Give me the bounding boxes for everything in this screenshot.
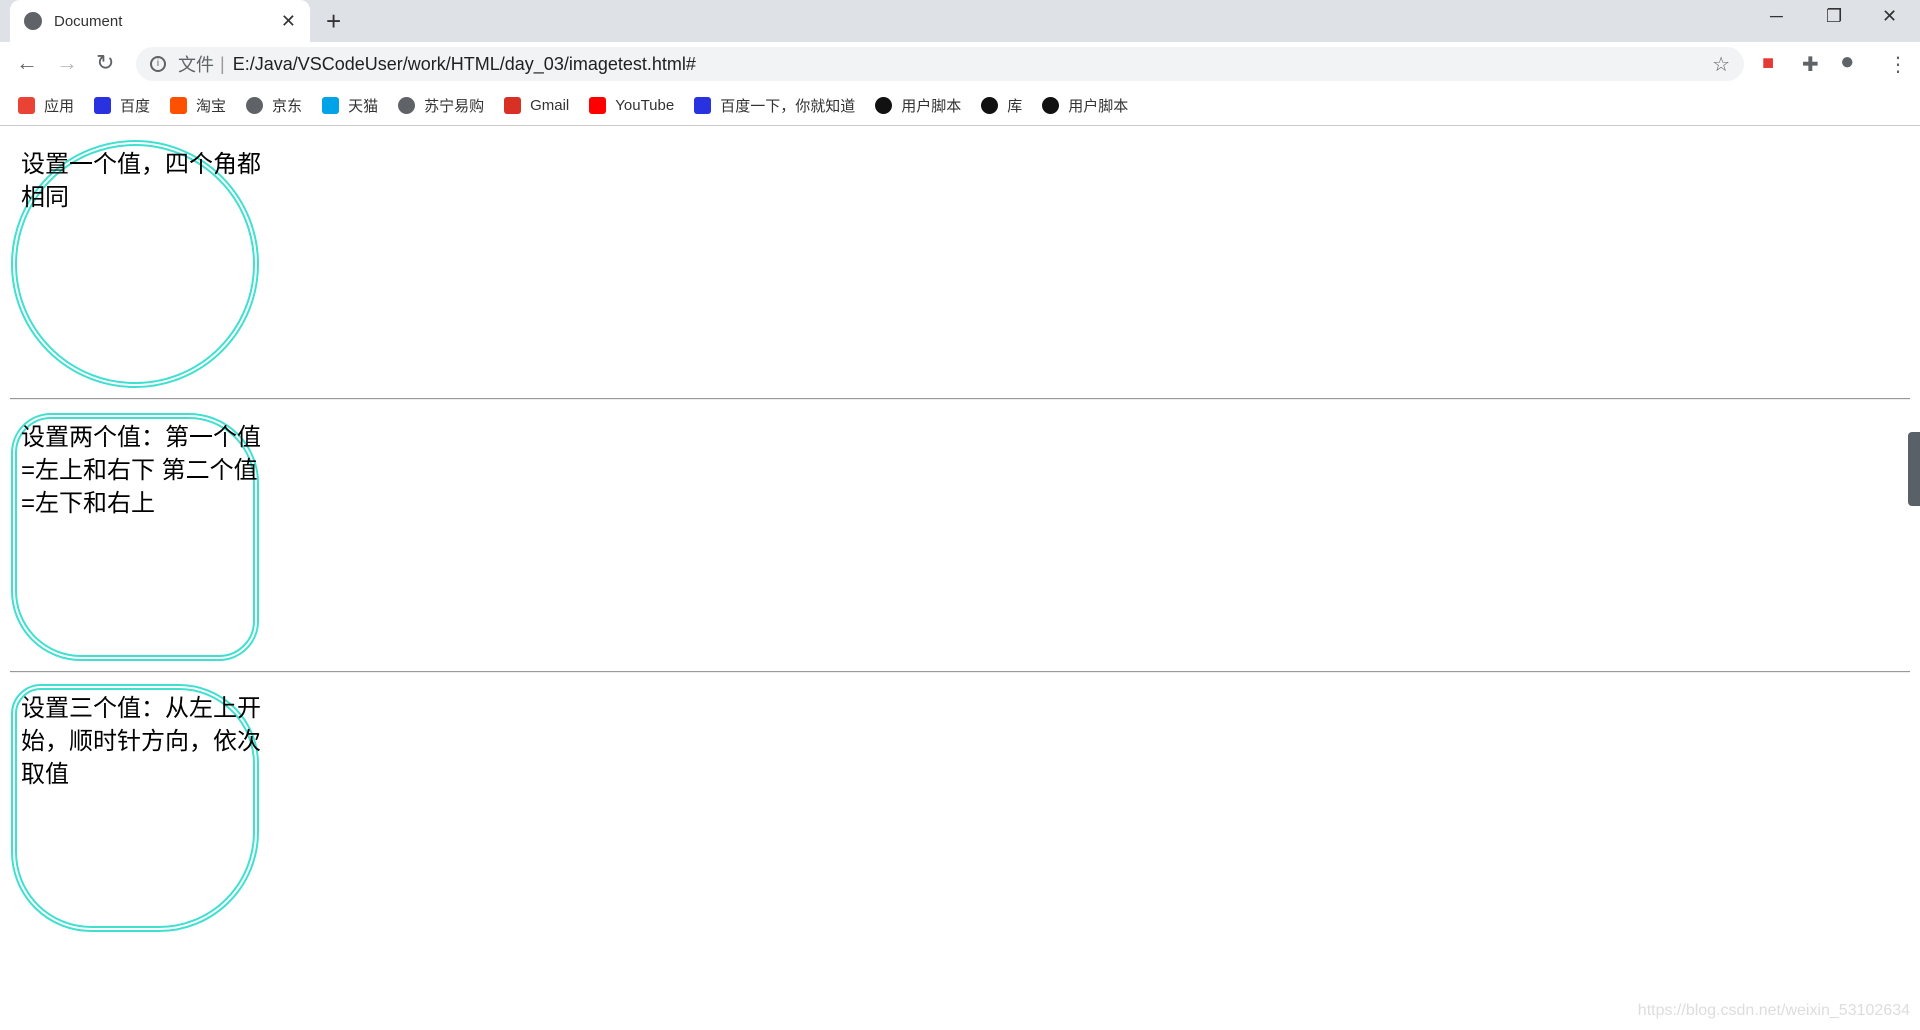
bookmarks-bar: 应用 百度 淘宝 京东 天猫 苏宁易购 Gmail YouTube 百度一下，你就知道 用户脚本 库…	[0, 86, 1920, 126]
bookmark-star-icon[interactable]: ☆	[1712, 52, 1730, 77]
userscript-icon	[981, 97, 999, 114]
profile-avatar-icon[interactable]: ●	[1840, 48, 1855, 76]
bookmark-item[interactable]: 京东	[246, 95, 302, 116]
bookmark-label: 用户脚本	[901, 98, 962, 115]
bookmark-label: 天猫	[348, 98, 379, 115]
horizontal-rule	[10, 671, 1910, 673]
restore-icon[interactable]: ❐	[1826, 6, 1842, 27]
bookmark-label: 百度	[120, 98, 151, 115]
box-two-value-radius: 设置两个值：第一个值=左上和右下 第二个值=左下和右上	[11, 413, 261, 661]
bookmark-item[interactable]: 库	[981, 95, 1022, 116]
close-window-icon[interactable]: ✕	[1882, 6, 1897, 27]
bookmark-label: 应用	[44, 98, 75, 115]
bookmark-label: 淘宝	[196, 98, 227, 115]
apps-grid-icon	[18, 97, 35, 114]
bookmark-item[interactable]: 淘宝	[170, 95, 226, 116]
box-text: 设置三个值：从左上开始，顺时针方向，依次取值	[21, 695, 261, 788]
url-text[interactable]: E:/Java/VSCodeUser/work/HTML/day_03/imag…	[233, 54, 696, 75]
close-tab-icon[interactable]: ✕	[281, 11, 296, 32]
address-bar[interactable]: i 文件 | E:/Java/VSCodeUser/work/HTML/day_…	[136, 47, 1744, 81]
bookmark-label: Gmail	[530, 97, 570, 114]
reload-icon[interactable]: ↻	[96, 50, 114, 76]
scrollbar-thumb[interactable]	[1908, 432, 1920, 506]
url-scheme: 文件	[178, 55, 214, 75]
watermark: https://blog.csdn.net/weixin_53102634	[1637, 1002, 1910, 1019]
menu-kebab-icon[interactable]: ⋮	[1888, 52, 1908, 77]
puzzle-extensions-icon[interactable]: ✚	[1802, 52, 1819, 77]
tab-strip: Document ✕ + ─ ❐ ✕	[0, 0, 1920, 42]
box-text: 设置一个值，四个角都相同	[21, 151, 261, 211]
bookmark-item[interactable]: 用户脚本	[1042, 95, 1128, 116]
bookmark-label: 用户脚本	[1068, 98, 1129, 115]
info-icon[interactable]: i	[150, 56, 166, 72]
userscript-icon	[1042, 97, 1060, 114]
horizontal-rule	[10, 398, 1910, 400]
browser-tab[interactable]: Document ✕	[10, 0, 310, 42]
bookmark-item[interactable]: YouTube	[589, 97, 674, 114]
bookmark-label: 京东	[272, 98, 303, 115]
globe-icon	[246, 97, 264, 114]
box-three-value-radius: 设置三个值：从左上开始，顺时针方向，依次取值	[11, 684, 261, 932]
gmail-icon	[504, 97, 522, 114]
userscript-icon	[875, 97, 893, 114]
tab-title: Document	[54, 12, 123, 30]
back-icon[interactable]: ←	[16, 50, 38, 76]
baidu-paw-icon	[94, 97, 112, 114]
bookmark-item[interactable]: 用户脚本	[875, 95, 961, 116]
box-one-value-radius: 设置一个值，四个角都相同	[11, 140, 261, 388]
taobao-icon	[170, 97, 188, 114]
globe-icon	[24, 12, 42, 30]
minimize-icon[interactable]: ─	[1770, 6, 1783, 27]
bookmark-label: 百度一下，你就知道	[720, 98, 856, 115]
bookmark-item[interactable]: 百度	[94, 95, 150, 116]
new-tab-button[interactable]: +	[326, 6, 341, 37]
forward-icon[interactable]: →	[56, 50, 78, 76]
extension-icon[interactable]: ■	[1762, 52, 1774, 75]
globe-icon	[398, 97, 416, 114]
baidu-paw-icon	[694, 97, 712, 114]
bookmark-label: 苏宁易购	[424, 98, 485, 115]
browser-toolbar: ← → ↻ i 文件 | E:/Java/VSCodeUser/work/HTM…	[0, 42, 1920, 86]
youtube-icon	[589, 97, 607, 114]
tmall-icon	[322, 97, 340, 114]
bookmark-label: 库	[1007, 98, 1023, 115]
box-text: 设置两个值：第一个值=左上和右下 第二个值=左下和右上	[21, 424, 261, 517]
bookmark-label: YouTube	[615, 97, 675, 114]
bookmark-item[interactable]: Gmail	[504, 97, 569, 114]
bookmark-item[interactable]: 应用	[18, 95, 74, 116]
url-separator: |	[220, 53, 225, 74]
bookmark-item[interactable]: 苏宁易购	[398, 95, 484, 116]
bookmark-item[interactable]: 百度一下，你就知道	[694, 95, 855, 116]
bookmark-item[interactable]: 天猫	[322, 95, 378, 116]
